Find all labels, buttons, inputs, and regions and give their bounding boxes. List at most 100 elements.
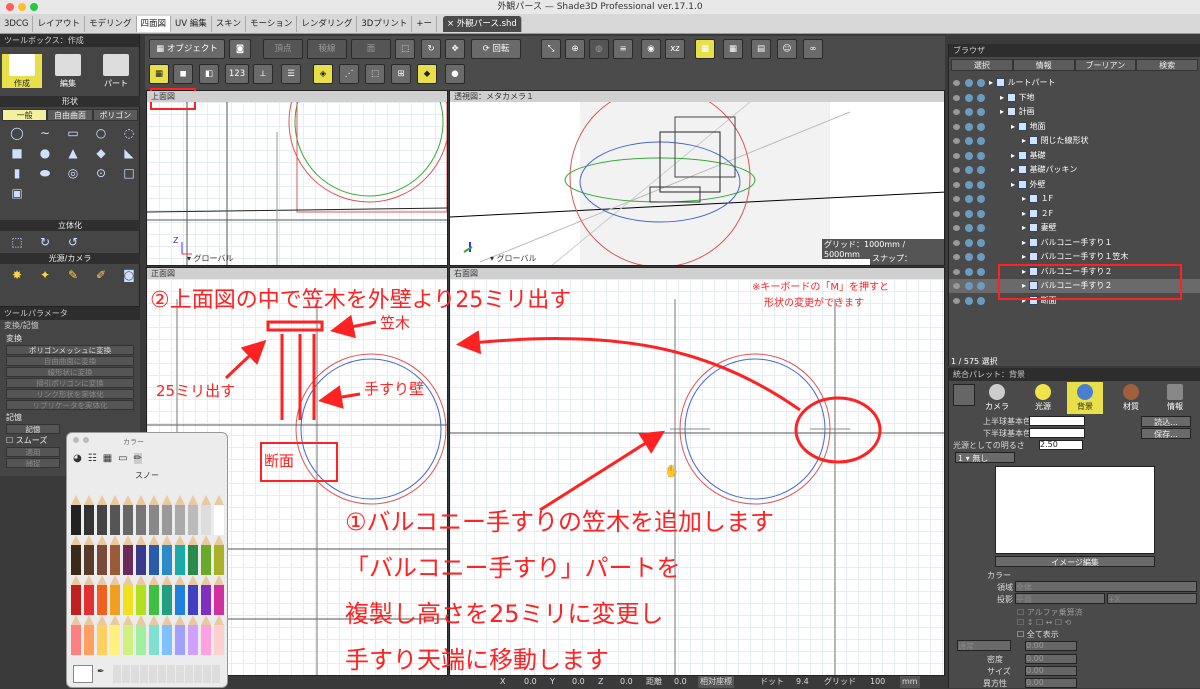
zoom-window-button[interactable]: [30, 3, 38, 11]
pencil-swatch[interactable]: [149, 625, 159, 655]
camera-toolbar-icon[interactable]: ◙: [229, 39, 251, 59]
wedge-icon[interactable]: ◣: [118, 144, 140, 162]
palette-tab-material[interactable]: 材質: [1113, 382, 1149, 414]
lock-dot-icon[interactable]: [965, 253, 973, 261]
pencil-swatch[interactable]: [136, 545, 146, 575]
pencil-swatch[interactable]: [110, 545, 120, 575]
tree-row[interactable]: ▸ バルコニー手すり１: [949, 236, 1200, 250]
wire-display-icon[interactable]: ▦: [149, 64, 169, 84]
render-dot-icon[interactable]: [977, 122, 985, 131]
lock-dot-icon[interactable]: [965, 180, 973, 189]
dotted-circle-icon[interactable]: ◌: [118, 124, 140, 142]
node-icon[interactable]: ⋰: [339, 64, 359, 84]
visibility-eye-icon[interactable]: [953, 138, 960, 144]
shape-icon[interactable]: ◆: [417, 64, 437, 84]
projection-select[interactable]: 平面: [1015, 593, 1105, 604]
pencil-swatch[interactable]: [84, 625, 94, 655]
palette-tab-light[interactable]: 光源: [1025, 382, 1061, 414]
tree-row[interactable]: ▸ 外壁: [949, 178, 1200, 192]
visibility-eye-icon[interactable]: [953, 268, 960, 275]
tree-row[interactable]: ▸ ルートパート: [949, 76, 1200, 90]
refresh-icon[interactable]: ↻: [421, 39, 441, 59]
pencil-swatch[interactable]: [84, 585, 94, 615]
visibility-eye-icon[interactable]: [953, 297, 960, 304]
tab-modeling[interactable]: モデリング: [85, 15, 137, 32]
glasses-icon[interactable]: ∞: [803, 39, 823, 59]
pencil-swatch[interactable]: [214, 625, 224, 655]
disclosure-icon[interactable]: ▸: [1011, 122, 1015, 131]
cube-outline-icon[interactable]: □: [118, 164, 140, 182]
circle-icon[interactable]: ○: [90, 124, 112, 142]
document-tab[interactable]: × 外観パース.shd: [442, 15, 522, 32]
pencil-swatch[interactable]: [162, 545, 172, 575]
lock-dot-icon[interactable]: [965, 137, 973, 145]
sliders-icon[interactable]: ☷: [88, 453, 97, 464]
disclosure-icon[interactable]: ▸: [1022, 223, 1026, 232]
tree-row[interactable]: ▸ 閉じた線形状: [949, 134, 1200, 148]
realize-replicator-button[interactable]: リプリケータを実体化: [6, 400, 134, 410]
edge-mode-button[interactable]: 稜線: [307, 39, 347, 59]
mode-edit-button[interactable]: 編集: [48, 54, 88, 88]
grid-icon[interactable]: ▦: [723, 39, 743, 59]
visibility-eye-icon[interactable]: [953, 254, 960, 260]
visibility-eye-icon[interactable]: [953, 167, 960, 173]
lock-dot-icon[interactable]: [965, 238, 973, 247]
point-light-icon[interactable]: ✸: [6, 266, 28, 284]
pencil-swatch[interactable]: [136, 625, 146, 655]
shape-tab-general[interactable]: 一般: [2, 109, 48, 121]
visibility-eye-icon[interactable]: [953, 80, 960, 86]
pencil-swatch[interactable]: [188, 585, 198, 615]
grid-quad-icon[interactable]: ▦: [695, 39, 715, 59]
show-all-checkbox[interactable]: ☐ 全て表示: [1017, 629, 1059, 640]
ball-icon[interactable]: ●: [445, 64, 465, 84]
tab-uv-edit[interactable]: UV 編集: [171, 15, 212, 32]
frame-icon[interactable]: ▣: [6, 184, 28, 202]
image-edit-button[interactable]: イメージ編集: [995, 556, 1155, 567]
target-icon[interactable]: ⊕: [565, 39, 585, 59]
move-icon[interactable]: ✥: [445, 39, 465, 59]
visibility-eye-icon[interactable]: [953, 181, 960, 188]
visibility-eye-icon[interactable]: [953, 94, 960, 101]
pencil-swatch[interactable]: [123, 585, 133, 615]
picker-close-button[interactable]: [73, 437, 79, 443]
spot-light-icon[interactable]: ✦: [34, 266, 56, 284]
disclosure-icon[interactable]: ▸: [1022, 238, 1026, 247]
pencil-swatch[interactable]: [123, 505, 133, 535]
blend-value[interactable]: 0.00: [1025, 641, 1077, 651]
disclosure-icon[interactable]: ▸: [1022, 209, 1026, 218]
close-window-button[interactable]: [6, 3, 14, 11]
visibility-eye-icon[interactable]: [953, 239, 960, 246]
lock-dot-icon[interactable]: [965, 108, 973, 116]
picker-minimize-button[interactable]: [83, 437, 89, 443]
ruler-icon[interactable]: ⟂: [253, 64, 273, 84]
render-dot-icon[interactable]: [977, 180, 985, 189]
tree-row[interactable]: ▸ 基礎パッキン: [949, 163, 1200, 177]
tree-row[interactable]: ▸ ２F: [949, 207, 1200, 221]
browser-tab-search[interactable]: 検索: [1136, 59, 1198, 71]
disclosure-icon[interactable]: ▸: [1011, 151, 1015, 160]
render-dot-icon[interactable]: [977, 195, 985, 203]
cylinder-icon[interactable]: ▮: [6, 164, 28, 182]
tree-row[interactable]: ▸ 地面: [949, 120, 1200, 134]
pencil-swatch[interactable]: [97, 585, 107, 615]
pencil-swatch[interactable]: [188, 545, 198, 575]
lock-dot-icon[interactable]: [965, 209, 973, 218]
pencil-swatch[interactable]: [162, 585, 172, 615]
swatch-slots[interactable]: [113, 665, 221, 683]
visibility-eye-icon[interactable]: [953, 196, 960, 202]
memory-button[interactable]: 記憶: [6, 424, 60, 434]
camera-icon[interactable]: ◙: [118, 266, 140, 284]
pencil-swatch[interactable]: [188, 625, 198, 655]
to-line-button[interactable]: 線形状に変換: [6, 367, 134, 377]
lock-dot-icon[interactable]: [965, 122, 973, 131]
area-select[interactable]: 全体: [1015, 581, 1197, 592]
pencil-swatch[interactable]: [162, 505, 172, 535]
vertex-mode-button[interactable]: 頂点: [263, 39, 303, 59]
pencil-swatch[interactable]: [201, 505, 211, 535]
pencil-swatch[interactable]: [110, 585, 120, 615]
pencil-swatch[interactable]: [97, 625, 107, 655]
palettes-icon[interactable]: ▦: [103, 453, 112, 464]
tree-row[interactable]: ▸ 計画: [949, 105, 1200, 119]
snap-icon[interactable]: ◍: [589, 39, 609, 59]
render-dot-icon[interactable]: [977, 224, 985, 232]
